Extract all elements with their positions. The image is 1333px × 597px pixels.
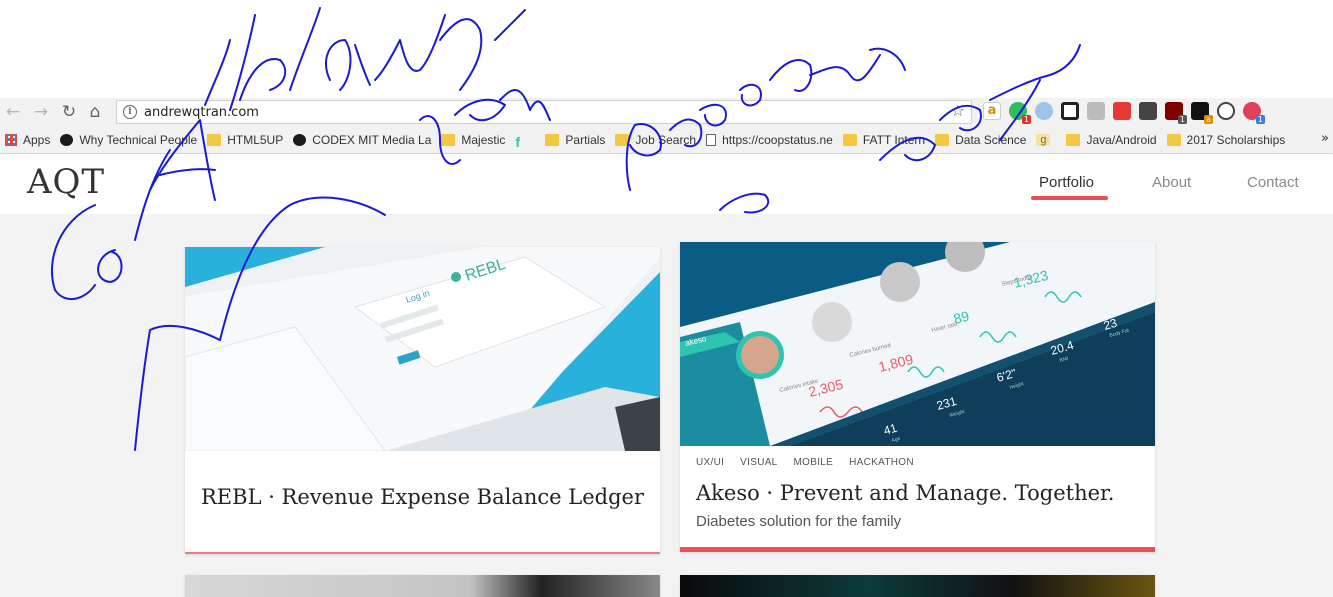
bookmark-label: Partials [565, 132, 606, 147]
tag[interactable]: VISUAL [740, 457, 777, 468]
card-subtitle: Diabetes solution for the family [696, 513, 902, 530]
browser-toolbar: ← → ↻ ⌂ i andrewqtran.com ☆ a 1 1 a 1 [0, 98, 1333, 126]
portfolio-card-4-preview[interactable] [680, 575, 1155, 597]
youtube-icon[interactable] [1113, 102, 1131, 120]
card-title[interactable]: Akeso · Prevent and Manage. Together. [696, 481, 1114, 505]
tag[interactable]: UX/UI [696, 457, 724, 468]
bookmark-item[interactable]: FATT Intern [842, 132, 926, 147]
bookmark-label: HTML5UP [227, 132, 284, 147]
amazon-assistant-icon[interactable]: a [1191, 102, 1213, 124]
folder-icon [207, 133, 222, 146]
bookmark-item[interactable]: HTML5UP [207, 133, 283, 147]
bookmark-label: Job Search [635, 132, 697, 147]
bookmark-label: CODEX MIT Media La [312, 132, 432, 147]
card-accent-bar [680, 547, 1155, 552]
nav-portfolio[interactable]: Portfolio [1039, 174, 1094, 191]
info-icon[interactable]: i [123, 105, 137, 119]
folder-icon [1166, 133, 1181, 146]
g-favicon-icon: g [1036, 133, 1051, 146]
card-tags: UX/UI VISUAL MOBILE HACKATHON [696, 457, 914, 468]
bookmark-label: Java/Android [1086, 132, 1157, 147]
pocket-icon[interactable] [1061, 102, 1079, 120]
bookmark-item[interactable]: Partials [545, 133, 605, 147]
bookmark-item[interactable]: 2017 Scholarships [1166, 132, 1286, 147]
portfolio-grid: REBL Log in REBL · Revenue Expense Balan… [0, 214, 1333, 597]
forward-arrow-icon[interactable]: → [30, 101, 52, 123]
lightbulb-icon[interactable] [1139, 102, 1157, 120]
bookmark-label: 2017 Scholarships [1186, 132, 1286, 147]
bookmark-item[interactable]: Why Technical People [60, 133, 197, 147]
nav-contact[interactable]: Contact [1247, 174, 1299, 191]
bookmarks-more-icon[interactable]: » [1321, 131, 1329, 146]
ext-t-icon[interactable]: 1 [1243, 102, 1265, 124]
bookmark-item[interactable]: f [515, 133, 535, 150]
extension-icons: a 1 1 a 1 [983, 102, 1265, 124]
portfolio-card-3-preview[interactable] [185, 575, 660, 597]
bookmark-label: FATT Intern [862, 132, 926, 147]
page-icon [706, 133, 717, 146]
ai-icon[interactable] [1035, 102, 1053, 120]
bookmark-item[interactable]: Job Search [615, 133, 696, 147]
f-favicon-icon: f [515, 133, 521, 150]
card-title[interactable]: REBL · Revenue Expense Balance Ledger [201, 485, 644, 509]
site-header: AQT Portfolio About Contact [0, 154, 1333, 214]
bookmark-item[interactable]: CODEX MIT Media La [293, 133, 431, 147]
bookmark-label: Why Technical People [79, 132, 198, 147]
bookmarks-bar: Apps Why Technical People HTML5UP CODEX MIT… [0, 126, 1333, 154]
nav-about[interactable]: About [1152, 174, 1191, 191]
bookmark-item[interactable]: Majestic [441, 133, 505, 147]
amazon-icon[interactable]: a [983, 102, 1001, 120]
screenshot-root: ← → ↻ ⌂ i andrewqtran.com ☆ a 1 1 a 1 Ap… [0, 0, 1333, 597]
apps-grid-icon [5, 133, 17, 146]
active-nav-underline [1031, 196, 1108, 200]
bookmark-label: Majestic [461, 132, 506, 147]
bookmark-favicon-icon [60, 133, 74, 146]
folder-icon [1066, 133, 1081, 146]
url-text[interactable]: andrewqtran.com [144, 105, 259, 120]
sync-icon[interactable] [1217, 102, 1235, 120]
bookmark-label: https://coopstatus.ne [722, 132, 833, 147]
home-icon[interactable]: ⌂ [84, 101, 106, 123]
bookmark-item[interactable]: Java/Android [1066, 132, 1157, 147]
bookmark-label: Apps [23, 132, 51, 147]
folder-icon [545, 133, 560, 146]
akeso-thumbnail: akeso Calories intake 2,305 Calories bur… [680, 242, 1155, 446]
portfolio-card-rebl[interactable]: REBL Log in REBL · Revenue Expense Balan… [185, 247, 660, 554]
rebl-thumbnail: REBL Log in [185, 247, 660, 451]
evernote-icon[interactable]: 1 [1009, 102, 1031, 124]
card-accent-bar [185, 552, 660, 554]
folder-icon [842, 133, 857, 146]
portfolio-card-akeso[interactable]: akeso Calories intake 2,305 Calories bur… [680, 242, 1155, 552]
bookmark-favicon-icon [293, 133, 307, 146]
address-bar[interactable]: i andrewqtran.com ☆ [116, 100, 972, 124]
bookmark-item[interactable]: https://coopstatus.ne [706, 133, 833, 147]
tag[interactable]: HACKATHON [849, 457, 914, 468]
reload-icon[interactable]: ↻ [58, 101, 80, 123]
folder-icon [615, 133, 630, 146]
bookmark-item[interactable]: g [1036, 133, 1056, 146]
bookmark-item[interactable]: Data Science [935, 133, 1026, 147]
folder-icon [441, 133, 456, 146]
bookmark-label: Data Science [955, 132, 1027, 147]
folder-icon [935, 133, 950, 146]
back-arrow-icon[interactable]: ← [2, 101, 24, 123]
ublock-icon[interactable]: 1 [1165, 102, 1187, 124]
tag[interactable]: MOBILE [794, 457, 834, 468]
bookmark-star-icon[interactable]: ☆ [951, 101, 965, 120]
bookmark-item[interactable]: Apps [5, 133, 50, 147]
site-logo[interactable]: AQT [27, 162, 105, 202]
rss-icon[interactable] [1087, 102, 1105, 120]
